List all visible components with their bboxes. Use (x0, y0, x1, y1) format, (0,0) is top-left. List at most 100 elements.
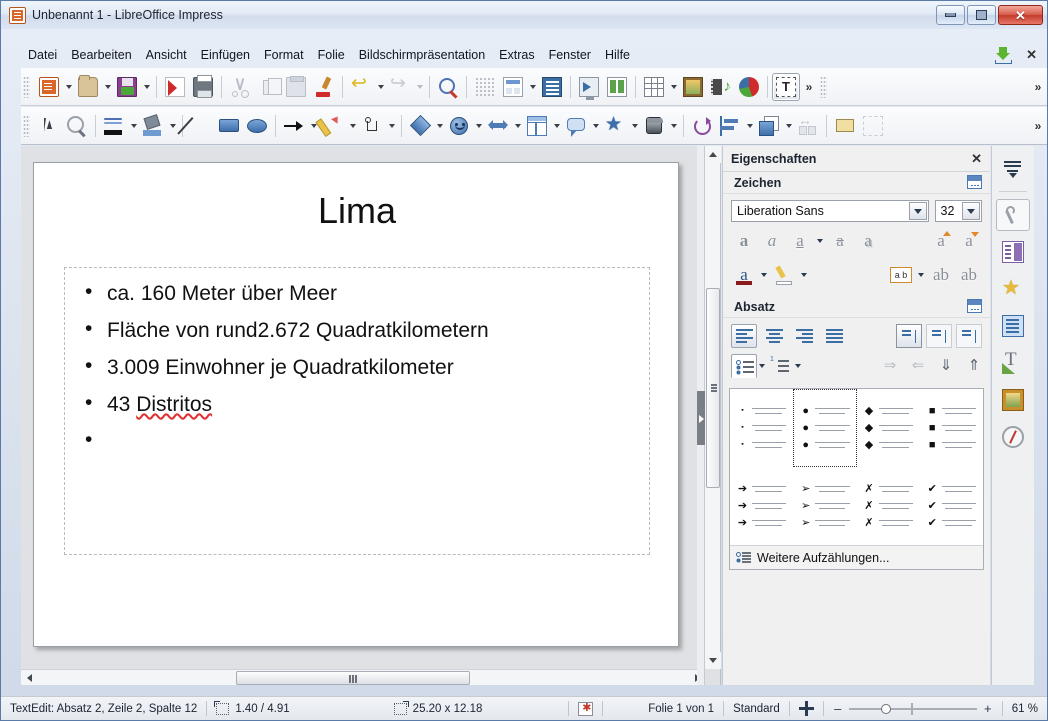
zoom-slider[interactable] (848, 702, 977, 716)
zoom-level[interactable]: 61 % (1003, 703, 1047, 715)
unordered-list-button[interactable] (731, 354, 757, 378)
list-item[interactable]: ca. 160 Meter über Meer (81, 280, 649, 306)
align-top-button[interactable] (896, 324, 922, 348)
flowchart-dropdown[interactable] (551, 112, 562, 140)
bullet-option-checkmark[interactable]: ✔ ✔ ✔ (919, 467, 983, 545)
align-right-button[interactable] (791, 324, 817, 348)
fill-color-button[interactable] (139, 112, 167, 140)
sidebar-tab-properties-settings[interactable] (996, 199, 1030, 231)
paragraph-panel-header[interactable]: Absatz (723, 296, 990, 318)
copy-button[interactable] (254, 73, 282, 101)
block-arrows-button[interactable] (484, 112, 512, 140)
vertical-scrollbar-thumb[interactable] (706, 288, 720, 488)
outline-view-button[interactable] (538, 73, 566, 101)
save-dropdown[interactable] (141, 73, 152, 101)
block-arrows-dropdown[interactable] (512, 112, 523, 140)
menu-bearbeiten[interactable]: Bearbeiten (64, 45, 138, 65)
slide-layout-button[interactable] (499, 73, 527, 101)
increase-font-size-button[interactable]: a (928, 229, 954, 253)
3d-objects-dropdown[interactable] (668, 112, 679, 140)
bullet-option-filled-circle[interactable]: ● ● ● (793, 389, 857, 467)
undo-button[interactable] (347, 72, 375, 101)
callouts-button[interactable] (562, 112, 590, 140)
scroll-left-arrow-icon[interactable] (21, 670, 37, 685)
present-from-current-slide-button[interactable] (603, 73, 631, 101)
demote-button[interactable]: ⇒ (880, 354, 900, 376)
clone-formatting-button[interactable] (310, 73, 338, 101)
menu-extras[interactable]: Extras (492, 45, 541, 65)
font-color-button[interactable]: a (731, 263, 757, 287)
menu-datei[interactable]: Datei (21, 45, 64, 65)
paste-button[interactable] (282, 73, 310, 101)
minimize-button[interactable] (936, 5, 965, 25)
align-middle-button[interactable] (926, 324, 952, 348)
connector-dropdown[interactable] (386, 112, 397, 140)
arrange-button[interactable] (755, 112, 783, 140)
flowchart-button[interactable] (523, 112, 551, 140)
cut-button[interactable] (226, 73, 254, 101)
line-with-arrow-button[interactable] (280, 112, 308, 140)
underline-button[interactable]: a (787, 229, 813, 253)
master-slide-name[interactable]: Standard (724, 703, 789, 715)
insert-image-button[interactable] (679, 73, 707, 101)
horizontal-scrollbar[interactable] (21, 669, 705, 685)
move-down-button[interactable]: ⇓ (936, 354, 956, 376)
open-dropdown[interactable] (102, 73, 113, 101)
symbol-shapes-dropdown[interactable] (473, 112, 484, 140)
menu-einfuegen[interactable]: Einfügen (194, 45, 257, 65)
modified-status[interactable] (569, 701, 602, 716)
sidebar-tab-properties[interactable] (996, 236, 1030, 268)
unordered-list-dropdown-icon[interactable] (757, 354, 767, 378)
symbol-shapes-button[interactable] (445, 112, 473, 140)
line-style-dropdown[interactable] (128, 112, 139, 140)
spellcheck-button[interactable] (434, 73, 462, 101)
scroll-up-arrow-icon[interactable] (705, 146, 721, 163)
slide-canvas[interactable]: Lima ca. 160 Meter über Meer Fläche von … (33, 162, 679, 647)
move-up-button[interactable]: ⇑ (964, 354, 984, 376)
close-document-button[interactable]: ✕ (1026, 47, 1037, 63)
arrange-dropdown[interactable] (783, 112, 794, 140)
vertical-scrollbar[interactable] (704, 146, 721, 669)
standard-toolbar-overflow[interactable]: » (800, 73, 818, 101)
close-window-button[interactable]: ✕ (998, 5, 1043, 25)
shadow-button[interactable] (831, 112, 859, 140)
curve-freeform-dropdown[interactable] (347, 112, 358, 140)
font-color-dropdown-icon[interactable] (759, 263, 769, 287)
ordered-list-dropdown-icon[interactable] (793, 354, 803, 378)
insert-line-button[interactable] (187, 112, 215, 140)
cursor-position[interactable]: 1.40 / 4.91 (207, 700, 298, 715)
menu-ansicht[interactable]: Ansicht (139, 45, 194, 65)
font-name-dropdown-icon[interactable] (908, 202, 927, 220)
bullet-option-cross[interactable]: ✗ ✗ ✗ (856, 467, 920, 545)
menu-fenster[interactable]: Fenster (542, 45, 598, 65)
highlighting-dropdown-icon[interactable] (799, 263, 809, 287)
align-objects-dropdown[interactable] (744, 112, 755, 140)
paragraph-dialog-button[interactable] (967, 299, 982, 313)
basic-shapes-button[interactable] (406, 112, 434, 140)
slide-title-placeholder[interactable]: Lima (54, 191, 660, 231)
zoom-slider-knob[interactable] (880, 703, 891, 714)
align-left-button[interactable] (731, 324, 757, 348)
menu-format[interactable]: Format (257, 45, 311, 65)
sidebar-splitter[interactable] (697, 146, 705, 685)
curve-freeform-button[interactable] (319, 112, 347, 140)
object-size[interactable]: 25.20 x 12.18 (385, 700, 492, 715)
crop-button[interactable] (859, 112, 887, 140)
basic-shapes-dropdown[interactable] (434, 112, 445, 140)
toolbar-grip[interactable] (820, 75, 827, 98)
insert-chart-button[interactable] (735, 73, 763, 101)
slide-layout-dropdown[interactable] (527, 73, 538, 101)
align-objects-button[interactable] (716, 112, 744, 140)
character-panel-header[interactable]: Zeichen (723, 172, 990, 194)
scroll-down-arrow-icon[interactable] (705, 652, 721, 669)
list-item[interactable]: Fläche von rund2.672 Quadratkilometern (81, 317, 649, 343)
zoom-out-button[interactable]: – (833, 701, 843, 716)
line-style-button[interactable] (100, 112, 128, 140)
sidebar-close-icon[interactable]: ✕ (971, 151, 982, 167)
open-button[interactable] (74, 73, 102, 101)
character-spacing-button[interactable]: a b (888, 263, 914, 287)
menu-folie[interactable]: Folie (311, 45, 352, 65)
highlighting-color-button[interactable] (771, 263, 797, 287)
bullet-option-small-dot[interactable]: ▪ ▪ ▪ (730, 389, 794, 467)
character-dialog-button[interactable] (967, 175, 982, 189)
